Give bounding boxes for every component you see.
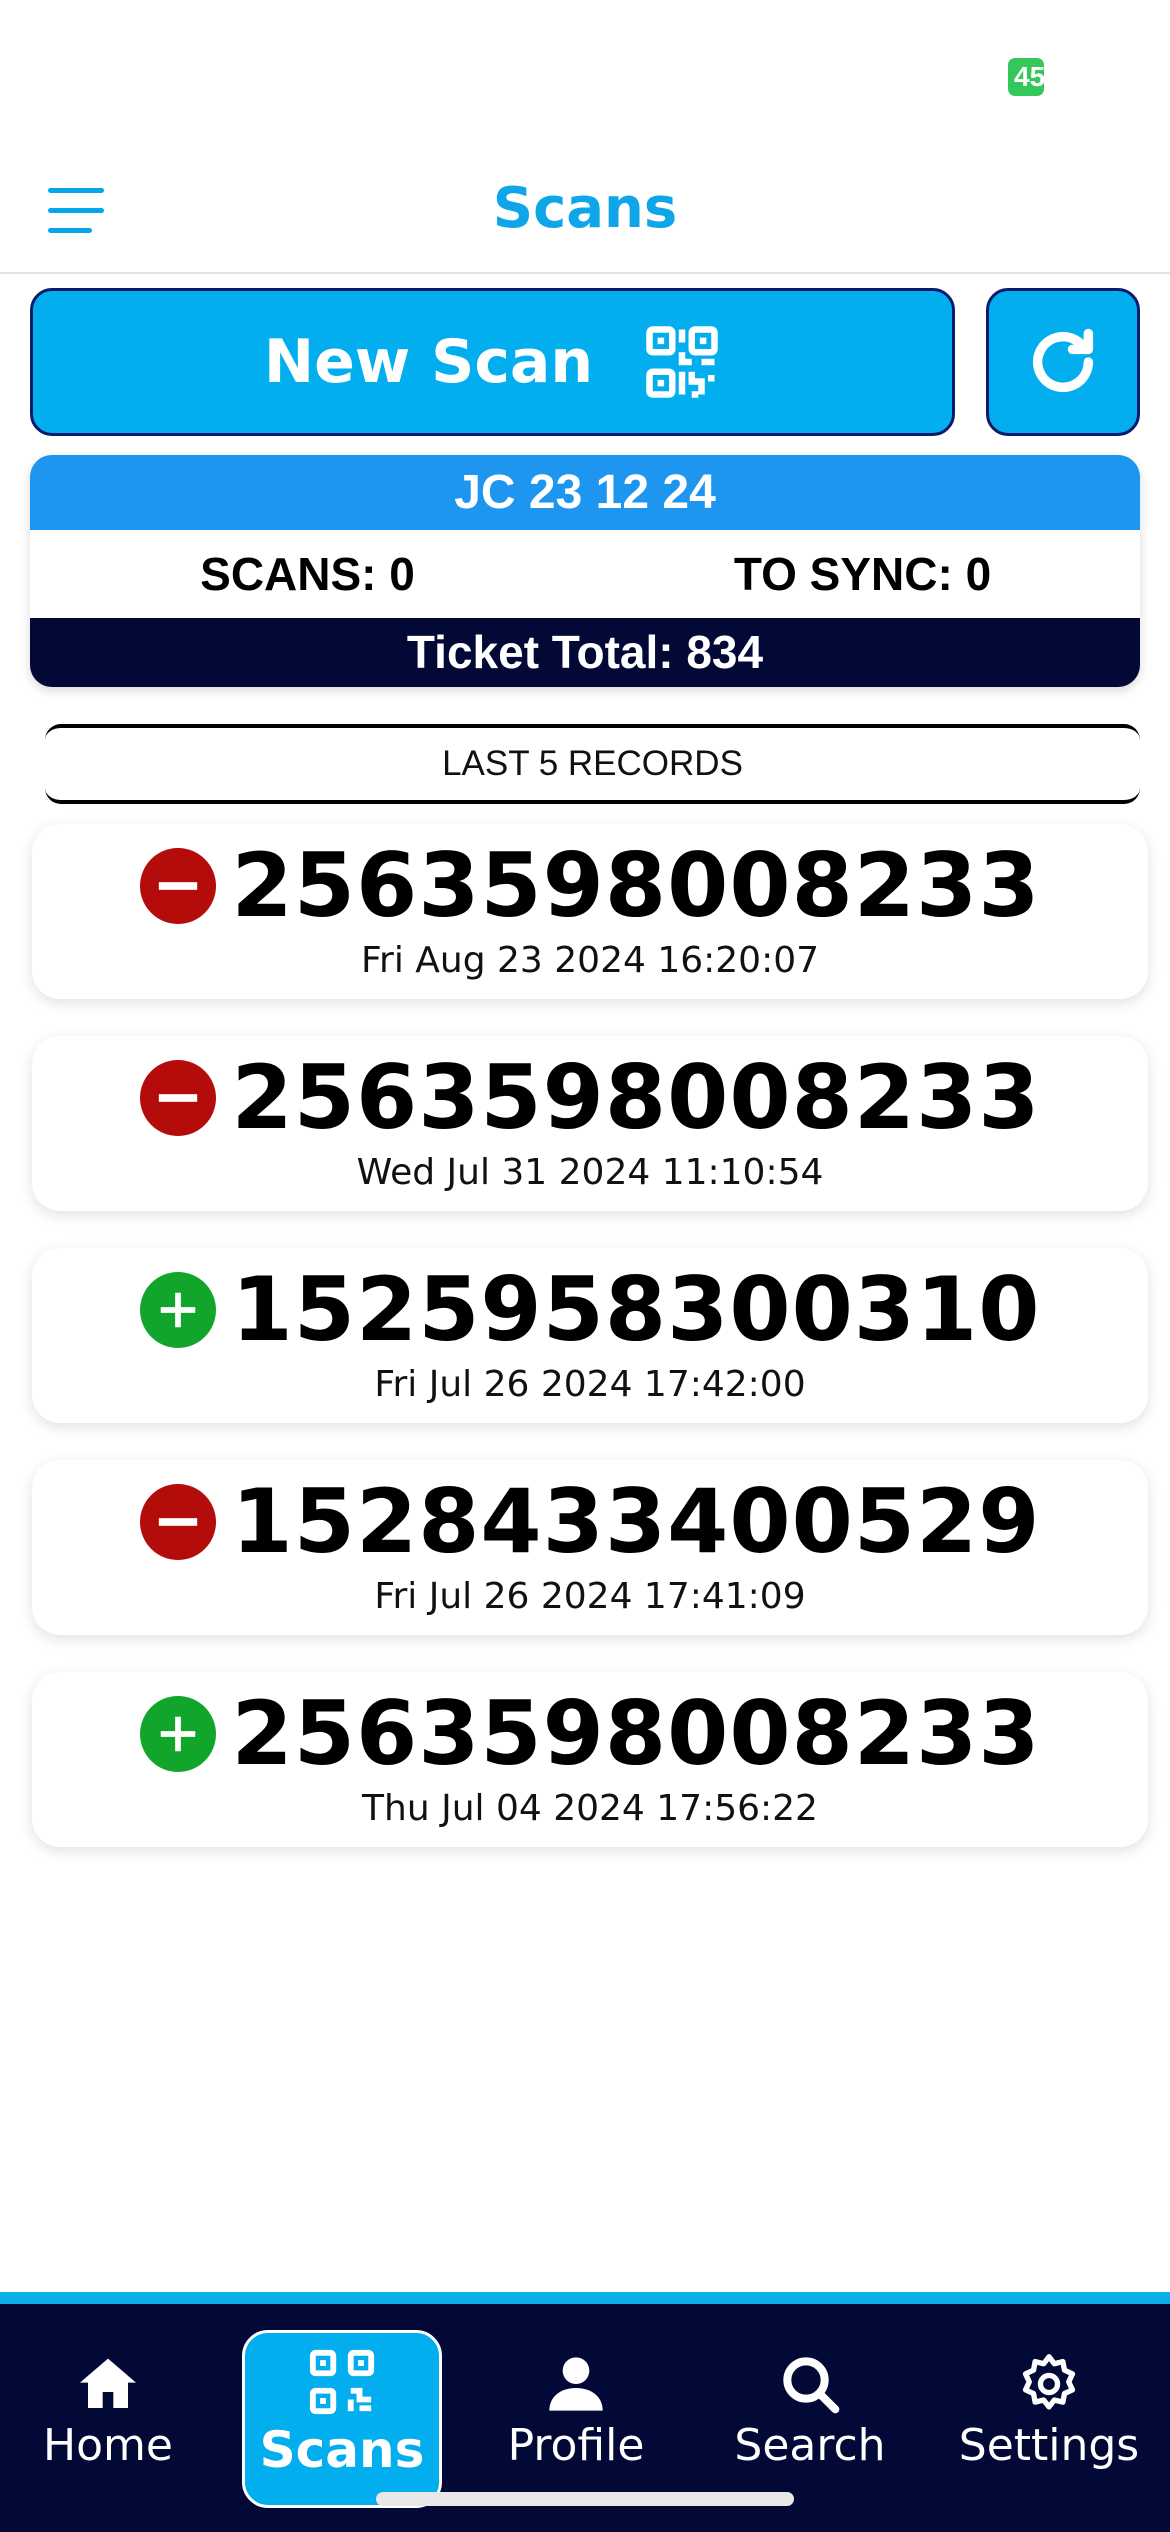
tab-label: Profile (507, 2420, 645, 2471)
tab-label: Settings (958, 2420, 1140, 2471)
record-item[interactable]: 2563598008233 Thu Jul 04 2024 17:56:22 (32, 1672, 1148, 1847)
tab-label: Home (43, 2420, 173, 2471)
plus-circle-icon (139, 1696, 216, 1772)
record-item[interactable]: 2563598008233 Fri Aug 23 2024 16:20:07 (32, 824, 1148, 999)
tab-label: Scans (259, 2421, 425, 2479)
scan-counts: SCANS: 0 TO SYNC: 0 (30, 530, 1140, 618)
battery-indicator: 45 (1008, 58, 1044, 96)
record-code: 1525958300310 (231, 1258, 1041, 1361)
to-sync-count: TO SYNC: 0 (733, 548, 992, 600)
record-date: Wed Jul 31 2024 11:10:54 (356, 1152, 824, 1193)
scans-count: SCANS: 0 (200, 548, 415, 600)
tab-label: Search (734, 2420, 886, 2471)
record-item[interactable]: 1528433400529 Fri Jul 26 2024 17:41:09 (32, 1460, 1148, 1635)
new-scan-button[interactable]: New Scan (30, 288, 955, 436)
event-summary-card: JC 23 12 24 SCANS: 0 TO SYNC: 0 Ticket T… (30, 455, 1140, 687)
record-code: 2563598008233 (231, 834, 1041, 937)
record-list: 2563598008233 Fri Aug 23 2024 16:20:07 2… (32, 824, 1148, 1884)
record-code: 2563598008233 (231, 1046, 1041, 1149)
tabbar-divider (0, 2292, 1170, 2304)
gear-icon (1022, 2354, 1076, 2410)
home-icon (80, 2358, 136, 2408)
record-code: 2563598008233 (231, 1682, 1041, 1785)
tab-home[interactable]: Home (8, 2330, 208, 2508)
record-code: 1528433400529 (231, 1470, 1041, 1573)
user-icon (549, 2357, 603, 2411)
record-date: Thu Jul 04 2024 17:56:22 (362, 1788, 818, 1829)
page-title: Scans (492, 176, 678, 241)
event-name: JC 23 12 24 (30, 455, 1140, 530)
home-indicator (376, 2492, 794, 2506)
refresh-button[interactable] (986, 288, 1140, 436)
refresh-icon (1032, 328, 1094, 393)
tab-settings[interactable]: Settings (944, 2330, 1154, 2508)
tab-scans[interactable]: Scans (242, 2330, 442, 2508)
record-item[interactable]: 2563598008233 Wed Jul 31 2024 11:10:54 (32, 1036, 1148, 1211)
record-item[interactable]: 1525958300310 Fri Jul 26 2024 17:42:00 (32, 1248, 1148, 1423)
plus-circle-icon (139, 1272, 216, 1348)
ticket-total: Ticket Total: 834 (30, 618, 1140, 687)
qr-code-icon (646, 326, 718, 398)
minus-circle-icon (139, 1484, 216, 1560)
record-date: Fri Aug 23 2024 16:20:07 (360, 940, 820, 981)
search-icon (783, 2357, 840, 2414)
record-date: Fri Jul 26 2024 17:42:00 (374, 1364, 806, 1405)
tab-profile[interactable]: Profile (476, 2330, 676, 2508)
new-scan-label: New Scan (263, 327, 594, 397)
minus-circle-icon (139, 848, 216, 924)
header: Scans (0, 150, 1170, 274)
minus-circle-icon (139, 1060, 216, 1136)
status-bar: 45 (0, 0, 1170, 150)
tab-search[interactable]: Search (710, 2330, 910, 2508)
record-date: Fri Jul 26 2024 17:41:09 (374, 1576, 806, 1617)
records-title: LAST 5 RECORDS (45, 724, 1140, 804)
qr-code-icon (309, 2349, 375, 2415)
